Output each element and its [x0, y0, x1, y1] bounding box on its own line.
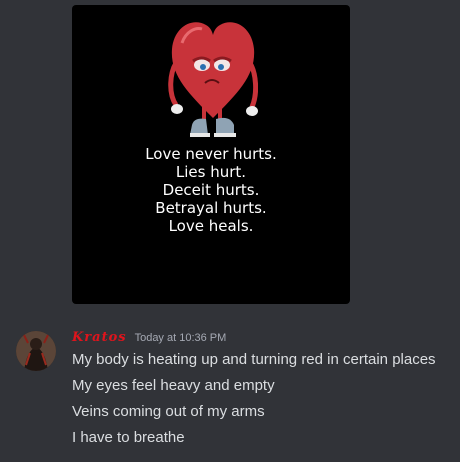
avatar[interactable]	[16, 331, 56, 371]
message-header: Kratos Today at 10:36 PM	[72, 330, 226, 350]
poem-line: Lies hurt.	[175, 163, 247, 181]
poem-line: Love heals.	[168, 217, 254, 235]
sad-heart-image	[168, 22, 258, 137]
message-text: Veins coming out of my arms	[72, 403, 265, 420]
message-text: My body is heating up and turning red in…	[72, 351, 436, 368]
image-caption-text: Love never hurts. Lies hurt. Deceit hurt…	[72, 145, 350, 235]
image-attachment[interactable]: Love never hurts. Lies hurt. Deceit hurt…	[72, 5, 350, 304]
message-text: My eyes feel heavy and empty	[72, 377, 275, 394]
message-timestamp[interactable]: Today at 10:36 PM	[135, 332, 227, 344]
chat-view: Love never hurts. Lies hurt. Deceit hurt…	[0, 0, 460, 462]
poem-line: Betrayal hurts.	[155, 199, 267, 217]
avatar-image	[16, 331, 56, 371]
message-text: I have to breathe	[72, 429, 185, 446]
poem-line: Deceit hurts.	[162, 181, 260, 199]
username[interactable]: Kratos	[72, 330, 127, 345]
poem-line: Love never hurts.	[145, 145, 277, 163]
